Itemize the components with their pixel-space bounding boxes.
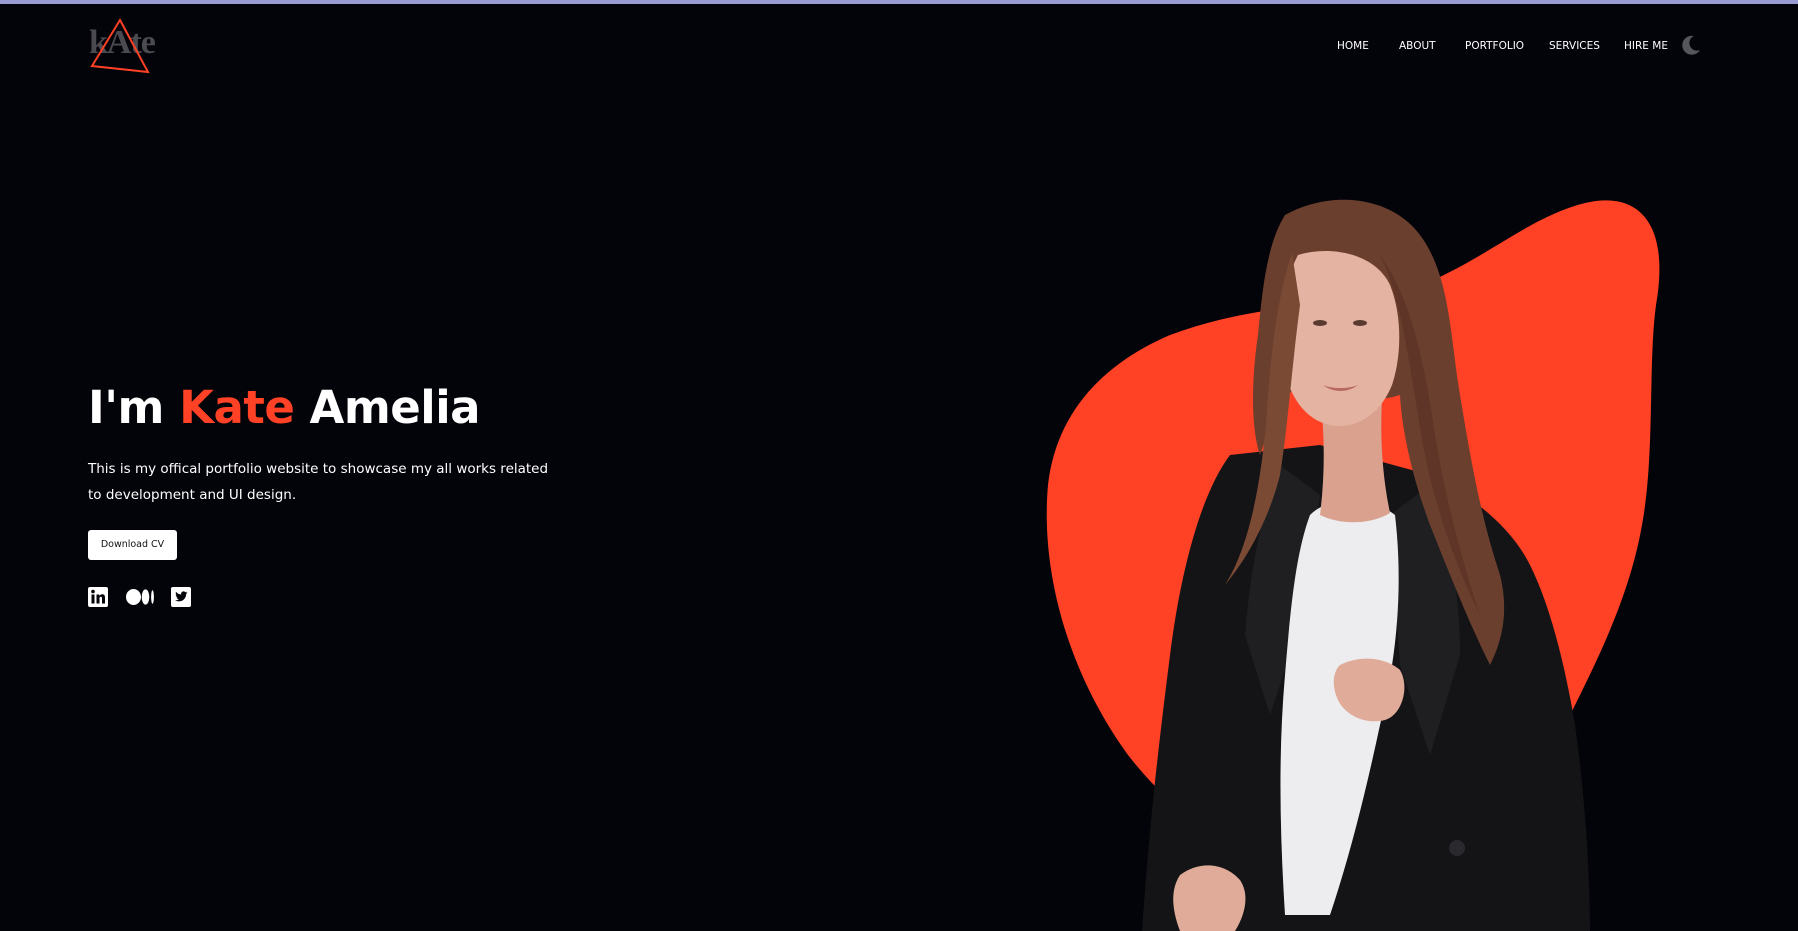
nav-home[interactable]: HOME (1337, 38, 1369, 54)
hero-title-last-name: Amelia (309, 381, 481, 434)
twitter-link[interactable] (171, 587, 193, 609)
nav-about[interactable]: ABOUT (1399, 38, 1436, 54)
hero-title-first-name: Kate (179, 381, 295, 434)
medium-icon (126, 589, 154, 605)
portrait-photo (1046, 199, 1660, 931)
theme-toggle-button[interactable] (1680, 34, 1702, 56)
twitter-icon (171, 587, 191, 607)
main-nav: HOME ABOUT PORTFOLIO SERVICES HIRE ME (0, 38, 1798, 58)
medium-link[interactable] (126, 587, 156, 609)
hero-title-prefix: I'm (88, 381, 164, 434)
portrait-face (1282, 250, 1400, 426)
top-border (0, 0, 1798, 4)
download-cv-button[interactable]: Download CV (88, 530, 177, 560)
nav-portfolio[interactable]: PORTFOLIO (1465, 38, 1524, 54)
hero-description: This is my offical portfolio website to … (88, 461, 549, 503)
linkedin-icon (88, 587, 108, 607)
nav-services[interactable]: SERVICES (1549, 38, 1600, 54)
linkedin-link[interactable] (88, 587, 110, 609)
nav-hire-me[interactable]: HIRE ME (1624, 38, 1668, 54)
moon-icon (1682, 35, 1700, 55)
portfolio-page: kAte HOME ABOUT PORTFOLIO SERVICES HIRE … (0, 0, 1798, 931)
hero-title: I'm Kate Amelia (88, 380, 481, 436)
hero-image (1030, 195, 1730, 931)
